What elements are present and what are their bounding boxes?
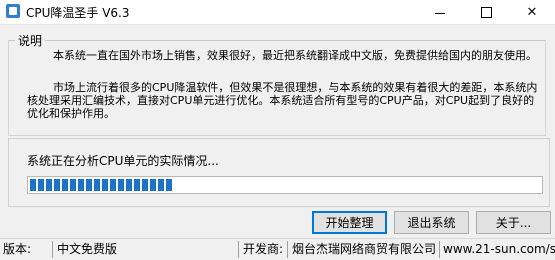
status-bar: 版本: 中文免费版 开发商: 烟台杰瑞网络商贸有限公司 www.21-sun.c…	[0, 238, 555, 260]
progress-segment	[150, 179, 156, 191]
status-separator	[287, 241, 288, 258]
developer-label: 开发商:	[243, 242, 284, 256]
minimize-icon	[435, 12, 445, 14]
app-icon	[6, 4, 20, 18]
progress-segment	[94, 179, 100, 191]
progress-segment	[118, 179, 124, 191]
status-separator	[52, 241, 53, 258]
start-button[interactable]: 开始整理	[312, 211, 387, 234]
progress-segment	[134, 179, 140, 191]
description-group: 说明 本系统一直在国外市场上销售，效果很好，最近把系统翻译成中文版，免费提供给国…	[8, 32, 546, 136]
close-button[interactable]: ✕	[509, 0, 555, 24]
description-group-title: 说明	[15, 32, 46, 49]
website-link[interactable]: www.21-sun.com/s	[443, 241, 555, 257]
progress-segment	[54, 179, 60, 191]
progress-segment	[158, 179, 164, 191]
about-button[interactable]: 关于...	[476, 211, 551, 234]
progress-segment	[110, 179, 116, 191]
progress-segment	[62, 179, 68, 191]
progress-segment	[102, 179, 108, 191]
progress-segment	[46, 179, 52, 191]
developer-value: 烟台杰瑞网络商贸有限公司	[292, 242, 437, 256]
maximize-button[interactable]	[463, 0, 509, 24]
progress-segment	[38, 179, 44, 191]
version-value: 中文免费版	[57, 242, 118, 256]
status-separator	[439, 241, 440, 258]
progress-segment	[126, 179, 132, 191]
minimize-button[interactable]	[417, 0, 463, 24]
maximize-icon	[480, 6, 492, 18]
progress-segment	[166, 179, 172, 191]
version-label: 版本:	[3, 242, 32, 256]
progress-segment	[86, 179, 92, 191]
exit-button[interactable]: 退出系统	[394, 211, 469, 234]
close-icon: ✕	[526, 4, 538, 20]
analysis-status-text: 系统正在分析CPU单元的实际情况...	[27, 154, 219, 168]
progress-bar	[27, 176, 543, 194]
description-paragraph-1: 本系统一直在国外市场上销售，效果很好，最近把系统翻译成中文版，免费提供给国内的朋…	[53, 49, 537, 62]
analysis-panel: 系统正在分析CPU单元的实际情况...	[8, 138, 550, 207]
progress-segment	[78, 179, 84, 191]
title-bar[interactable]: CPU降温圣手 V6.3 ✕	[0, 0, 555, 25]
description-paragraph-2: 市场上流行着很多的CPU降温软件，但效果不是很理想，与本系统的效果有着很大的差距…	[27, 81, 538, 120]
status-separator	[238, 241, 239, 258]
progress-segment	[70, 179, 76, 191]
window-title: CPU降温圣手 V6.3	[26, 6, 130, 20]
progress-segment	[142, 179, 148, 191]
progress-bar-fill	[30, 179, 178, 191]
progress-segment	[30, 179, 36, 191]
